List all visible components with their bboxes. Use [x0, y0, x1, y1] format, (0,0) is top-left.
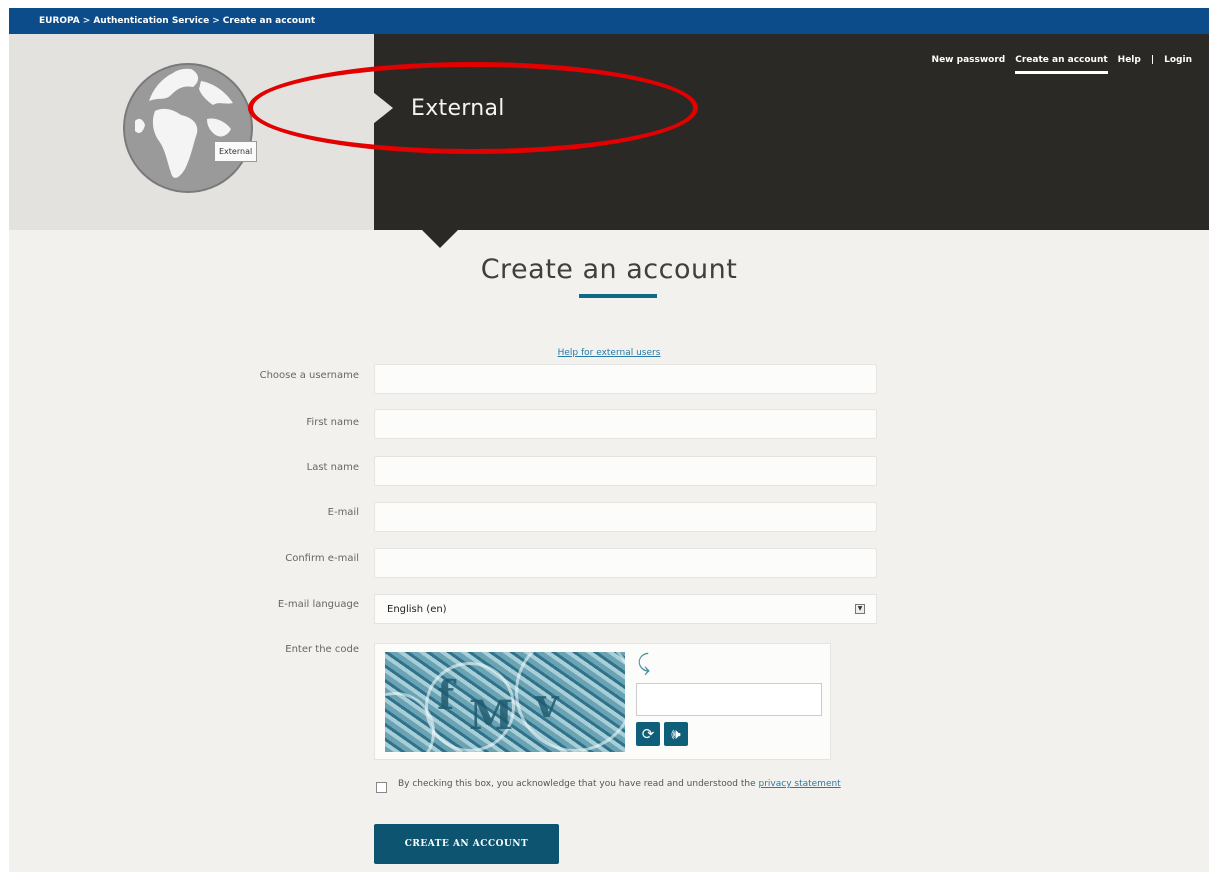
first-name-input[interactable] — [374, 409, 877, 439]
header-down-notch — [422, 230, 458, 248]
nav-help[interactable]: Help — [1118, 55, 1141, 74]
globe-tooltip: External — [214, 141, 258, 162]
captcha-label: Enter the code — [285, 644, 359, 655]
confirm-email-input[interactable] — [374, 548, 877, 578]
highlight-annotation — [248, 62, 698, 154]
privacy-statement-link[interactable]: privacy statement — [758, 779, 840, 789]
page-title: Create an account — [480, 254, 738, 285]
confirm-email-label: Confirm e-mail — [285, 553, 359, 564]
create-account-button[interactable]: CREATE AN ACCOUNT — [374, 824, 559, 864]
username-input[interactable] — [374, 364, 877, 394]
audio-icon[interactable]: 🕪 — [664, 722, 688, 746]
email-label: E-mail — [327, 507, 359, 518]
nav-new-password[interactable]: New password — [932, 55, 1006, 74]
top-navigation: New password Create an account Help | Lo… — [932, 55, 1192, 74]
email-language-value: English (en) — [387, 604, 447, 615]
help-external-users-link[interactable]: Help for external users — [9, 348, 1209, 358]
page-frame: EUROPA > Authentication Service > Create… — [9, 8, 1209, 872]
breadcrumb-auth-service[interactable]: Authentication Service — [93, 16, 209, 26]
breadcrumb: EUROPA > Authentication Service > Create… — [9, 8, 1209, 34]
email-input[interactable] — [374, 502, 877, 532]
captcha-widget: f M v ⤹ ⟳ 🕪 — [374, 643, 831, 760]
nav-create-account[interactable]: Create an account — [1015, 55, 1108, 74]
consent-checkbox[interactable] — [376, 782, 387, 793]
email-language-label: E-mail language — [277, 599, 359, 610]
last-name-label: Last name — [306, 462, 359, 473]
select-arrow-icon[interactable]: ▼ — [855, 604, 865, 614]
last-name-input[interactable] — [374, 456, 877, 486]
first-name-label: First name — [306, 417, 359, 428]
globe-icon — [123, 63, 253, 193]
consent-label: By checking this box, you acknowledge th… — [398, 779, 756, 789]
breadcrumb-separator: > — [212, 16, 220, 26]
title-underline — [579, 294, 657, 298]
nav-login[interactable]: Login — [1164, 55, 1192, 74]
refresh-arrow-icon: ⤹ — [637, 651, 651, 676]
consent-text: By checking this box, you acknowledge th… — [398, 776, 918, 792]
email-language-select[interactable]: English (en) ▼ — [374, 594, 877, 624]
breadcrumb-separator: > — [82, 16, 91, 26]
captcha-input[interactable] — [636, 683, 822, 716]
breadcrumb-europa[interactable]: EUROPA — [39, 16, 80, 26]
captcha-image: f M v — [385, 652, 625, 752]
username-label: Choose a username — [259, 370, 359, 381]
refresh-icon[interactable]: ⟳ — [636, 722, 660, 746]
breadcrumb-current: Create an account — [222, 16, 316, 26]
nav-divider: | — [1150, 55, 1155, 65]
